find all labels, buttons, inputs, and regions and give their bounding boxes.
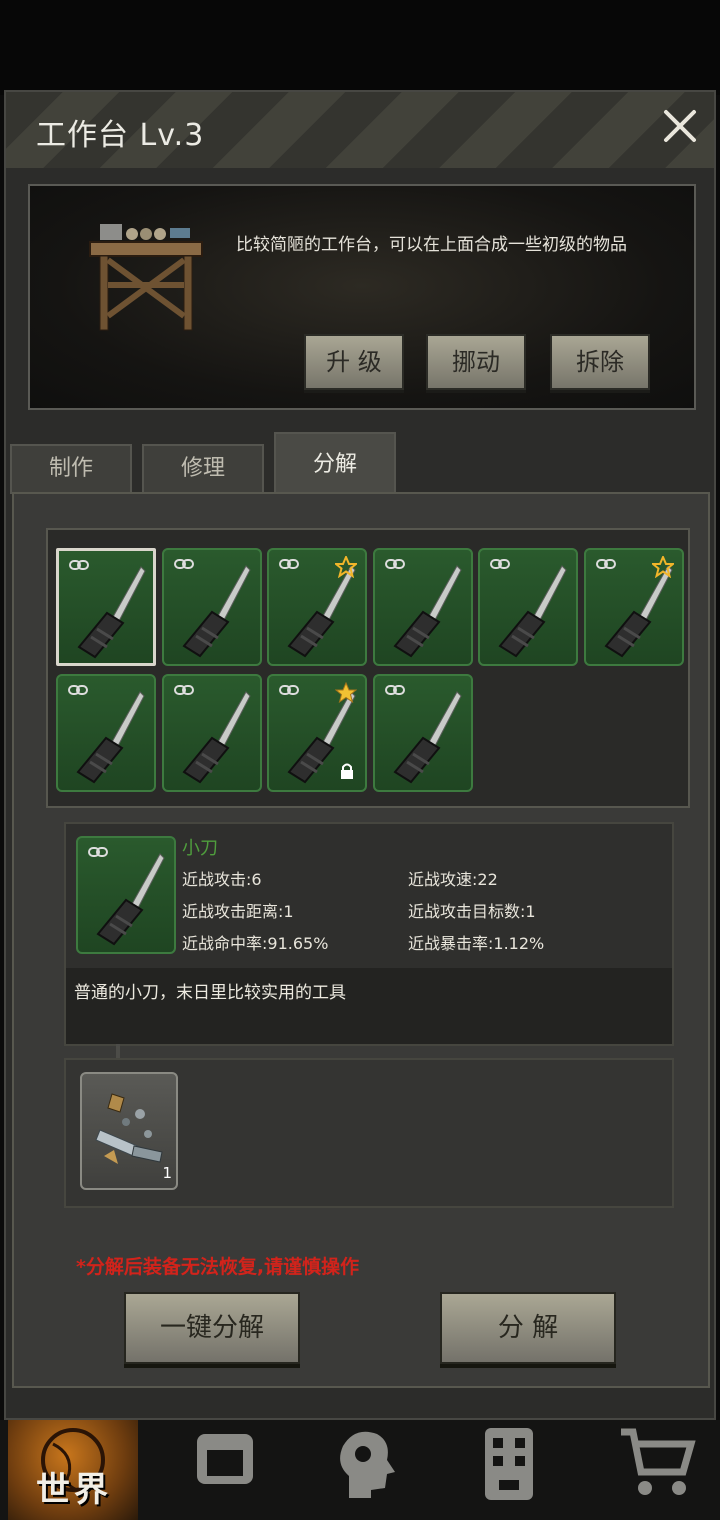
nav-world[interactable]: 世界 bbox=[8, 1420, 138, 1520]
building-icon bbox=[485, 1428, 533, 1500]
knife-icon bbox=[182, 565, 251, 658]
bound-icon bbox=[279, 559, 300, 569]
tab-repair[interactable]: 修理 bbox=[142, 444, 264, 494]
bound-icon bbox=[596, 559, 616, 569]
flavor-text: 普通的小刀，末日里比较实用的工具 bbox=[74, 983, 346, 1003]
bound-icon bbox=[279, 685, 300, 695]
workbench-description: 比较简陋的工作台，可以在上面合成一些初级的物品 bbox=[236, 235, 627, 255]
knife-icon bbox=[96, 853, 165, 946]
warning-text: *分解后装备无法恢复,请谨慎操作 bbox=[76, 1256, 360, 1278]
nav-skills[interactable] bbox=[300, 1420, 430, 1520]
item-slot[interactable] bbox=[478, 548, 579, 666]
item-slot[interactable] bbox=[161, 674, 262, 792]
knife-icon bbox=[393, 691, 462, 784]
item-slot[interactable] bbox=[372, 548, 473, 666]
top-status-strip bbox=[0, 0, 720, 95]
stat-range: 近战攻击距离:1 bbox=[182, 902, 294, 921]
window-title: 工作台 Lv.3 bbox=[36, 118, 205, 153]
bound-icon bbox=[384, 685, 405, 695]
item-slot[interactable] bbox=[56, 674, 156, 792]
demolish-button[interactable]: 拆除 bbox=[550, 334, 650, 390]
knife-icon bbox=[77, 566, 146, 659]
detail-item-icon bbox=[76, 836, 176, 954]
bound-icon bbox=[384, 559, 405, 569]
scrap-metal-icon bbox=[95, 1093, 163, 1164]
nav-backpack[interactable] bbox=[160, 1420, 290, 1520]
auto-dismantle-button[interactable]: 一键分解 bbox=[124, 1292, 300, 1364]
nav-world-label: 世界 bbox=[36, 1470, 112, 1510]
cart-icon bbox=[621, 1428, 696, 1495]
workbench-info-box: 比较简陋的工作台，可以在上面合成一些初级的物品 升 级 挪动 拆除 bbox=[28, 184, 696, 410]
bound-icon bbox=[69, 560, 89, 570]
bound-icon bbox=[68, 685, 88, 695]
tab-dismantle[interactable]: 分解 bbox=[274, 432, 396, 494]
dismantle-panel: 小刀 近战攻击:6 近战攻速:22 近战攻击距离:1 近战攻击目标数:1 近战命… bbox=[12, 492, 710, 1388]
flavor-text-box: 普通的小刀，末日里比较实用的工具 bbox=[66, 968, 672, 1044]
yield-item-slot[interactable]: 1 bbox=[80, 1072, 178, 1190]
move-button[interactable]: 挪动 bbox=[426, 334, 526, 390]
dismantle-button[interactable]: 分 解 bbox=[440, 1292, 616, 1364]
upgrade-button[interactable]: 升 级 bbox=[304, 334, 404, 390]
bound-icon bbox=[490, 559, 511, 569]
close-icon[interactable] bbox=[660, 106, 700, 146]
item-slot[interactable] bbox=[267, 548, 368, 666]
item-slot[interactable] bbox=[56, 548, 156, 666]
workbench-icon bbox=[89, 224, 203, 331]
nav-shop[interactable] bbox=[592, 1420, 720, 1520]
item-slot[interactable] bbox=[267, 674, 368, 792]
knife-icon bbox=[393, 565, 462, 658]
item-name: 小刀 bbox=[182, 838, 218, 859]
knife-icon bbox=[182, 691, 251, 784]
star-outline-icon bbox=[335, 556, 358, 578]
knife-icon bbox=[498, 565, 568, 658]
bound-icon bbox=[173, 559, 194, 569]
item-slot[interactable] bbox=[372, 674, 473, 792]
stat-crit-rate: 近战暴击率:1.12% bbox=[408, 934, 545, 953]
dismantle-yield: 1 bbox=[64, 1058, 674, 1208]
knife-icon bbox=[76, 691, 145, 784]
item-detail: 小刀 近战攻击:6 近战攻速:22 近战攻击距离:1 近战攻击目标数:1 近战命… bbox=[64, 822, 674, 1046]
star-icon bbox=[335, 682, 358, 704]
stat-hit-rate: 近战命中率:91.65% bbox=[182, 934, 329, 953]
yield-count: 1 bbox=[162, 1164, 172, 1182]
backpack-icon bbox=[197, 1434, 253, 1484]
stat-attack: 近战攻击:6 bbox=[182, 870, 262, 889]
head-icon bbox=[340, 1431, 395, 1498]
item-slot[interactable] bbox=[584, 548, 684, 666]
bottom-nav: 世界 bbox=[0, 1420, 720, 1520]
star-outline-icon bbox=[652, 556, 674, 578]
stat-speed: 近战攻速:22 bbox=[408, 870, 498, 889]
workbench-window: 工作台 Lv.3 比较简陋的工作台，可以在上面合成一些初级的物品 升 级 挪动 … bbox=[4, 90, 716, 1420]
tab-craft[interactable]: 制作 bbox=[10, 444, 132, 494]
item-grid bbox=[46, 528, 690, 808]
nav-building[interactable] bbox=[444, 1420, 574, 1520]
stat-targets: 近战攻击目标数:1 bbox=[408, 902, 536, 921]
item-slot[interactable] bbox=[161, 548, 262, 666]
bound-icon bbox=[173, 685, 194, 695]
lock-icon bbox=[341, 763, 354, 779]
